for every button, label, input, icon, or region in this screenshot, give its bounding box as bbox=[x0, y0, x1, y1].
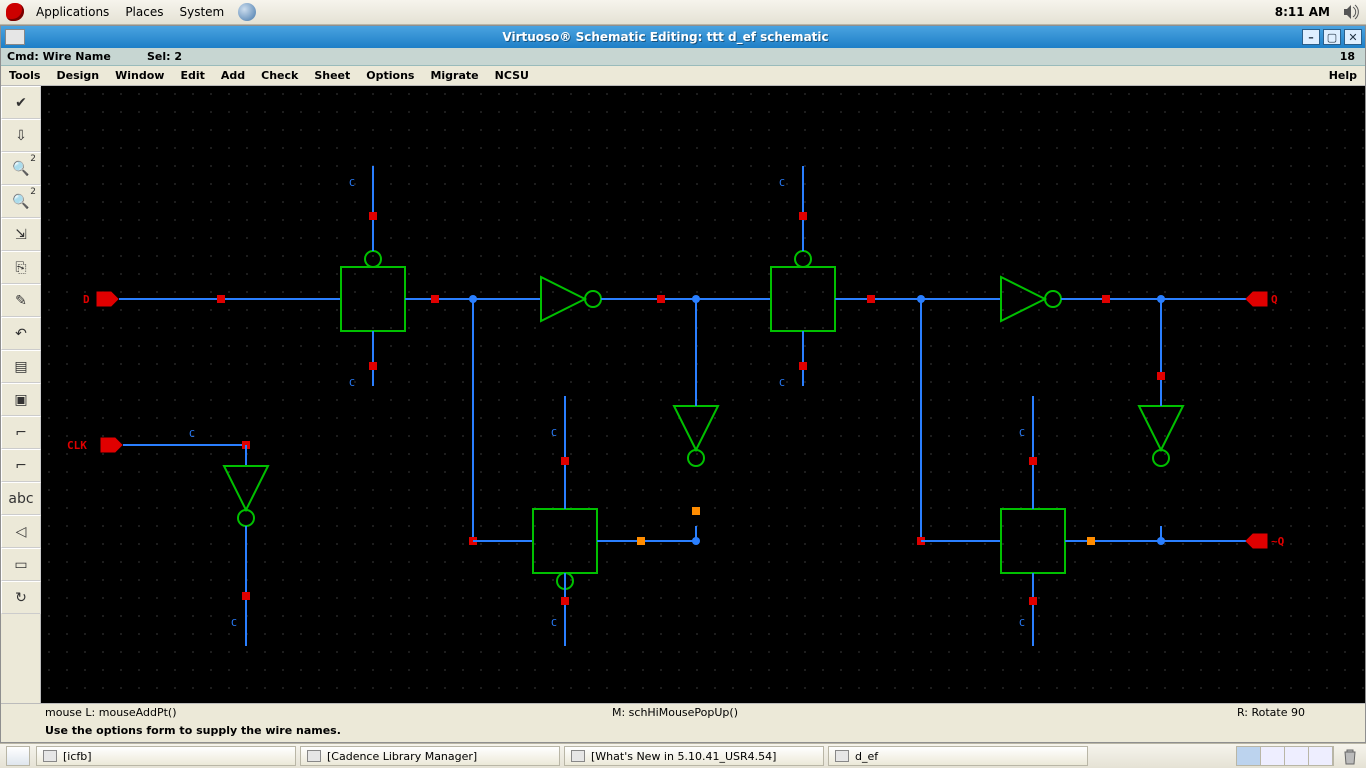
window-icon bbox=[43, 750, 57, 762]
delete-icon[interactable]: ✎ bbox=[1, 284, 41, 317]
gnome-menu-places[interactable]: Places bbox=[117, 0, 171, 24]
workspace-4[interactable] bbox=[1309, 747, 1333, 765]
property-icon[interactable]: ▤ bbox=[1, 350, 41, 383]
window-icon bbox=[835, 750, 849, 762]
zoom-out-icon[interactable]: 🔍2 bbox=[1, 185, 41, 218]
menu-ncsu[interactable]: NCSU bbox=[487, 69, 537, 82]
svg-text:C: C bbox=[349, 378, 355, 389]
menu-check[interactable]: Check bbox=[253, 69, 306, 82]
tool-palette: ✔⇩🔍2🔍2⇲⎘✎↶▤▣⌐⌐abc◁▭↻ bbox=[1, 86, 41, 703]
sel-value: 2 bbox=[174, 50, 182, 63]
distro-icon[interactable] bbox=[6, 3, 24, 21]
menu-window[interactable]: Window bbox=[107, 69, 172, 82]
titlebar[interactable]: Virtuoso® Schematic Editing: ttt d_ef sc… bbox=[1, 26, 1365, 48]
status-right-number: 18 bbox=[1340, 50, 1359, 63]
undo-icon[interactable]: ↶ bbox=[1, 317, 41, 350]
wire-wide-icon[interactable]: ⌐ bbox=[1, 449, 41, 482]
close-button[interactable]: ✕ bbox=[1344, 29, 1362, 45]
gnome-menu-system[interactable]: System bbox=[171, 0, 232, 24]
workspace-3[interactable] bbox=[1285, 747, 1309, 765]
stretch-icon[interactable]: ⇲ bbox=[1, 218, 41, 251]
app-icon bbox=[5, 29, 25, 45]
task-label: [What's New in 5.10.41_USR4.54] bbox=[591, 750, 776, 763]
task-label: [icfb] bbox=[63, 750, 92, 763]
gnome-bottom-panel: [icfb] [Cadence Library Manager] [What's… bbox=[0, 743, 1366, 768]
menu-design[interactable]: Design bbox=[48, 69, 107, 82]
maximize-button[interactable]: ▢ bbox=[1323, 29, 1341, 45]
gnome-top-panel: Applications Places System 8:11 AM bbox=[0, 0, 1366, 25]
minimize-button[interactable]: – bbox=[1302, 29, 1320, 45]
wire-narrow-icon[interactable]: ⌐ bbox=[1, 416, 41, 449]
clock[interactable]: 8:11 AM bbox=[1269, 5, 1336, 19]
menu-tools[interactable]: Tools bbox=[1, 69, 48, 82]
svg-text:C: C bbox=[779, 378, 785, 389]
task-whatsnew[interactable]: [What's New in 5.10.41_USR4.54] bbox=[564, 746, 824, 766]
menu-help[interactable]: Help bbox=[1321, 69, 1365, 82]
check-icon[interactable]: ✔ bbox=[1, 86, 41, 119]
zoom-in-icon[interactable]: 🔍2 bbox=[1, 152, 41, 185]
show-desktop-button[interactable] bbox=[6, 746, 30, 766]
svg-text:C: C bbox=[551, 428, 557, 439]
cmd-value: Wire Name bbox=[43, 50, 111, 63]
gnome-menu-applications[interactable]: Applications bbox=[28, 0, 117, 24]
save-icon[interactable]: ⇩ bbox=[1, 119, 41, 152]
svg-text:C: C bbox=[1019, 618, 1025, 629]
hint-bar: Use the options form to supply the wire … bbox=[1, 721, 1365, 739]
svg-text:C: C bbox=[189, 429, 195, 440]
svg-text:~Q: ~Q bbox=[1271, 535, 1285, 548]
svg-text:C: C bbox=[349, 178, 355, 189]
mouse-bindings-bar: mouse L: mouseAddPt() M: schHiMousePopUp… bbox=[1, 703, 1365, 721]
svg-text:D: D bbox=[83, 293, 90, 306]
hint-text: Use the options form to supply the wire … bbox=[45, 724, 341, 737]
sheet-icon[interactable]: ▭ bbox=[1, 548, 41, 581]
volume-icon[interactable] bbox=[1342, 3, 1360, 21]
trash-icon[interactable] bbox=[1340, 746, 1360, 766]
window-icon bbox=[571, 750, 585, 762]
cmd-label: Cmd: bbox=[7, 50, 39, 63]
menu-sheet[interactable]: Sheet bbox=[306, 69, 358, 82]
menu-migrate[interactable]: Migrate bbox=[422, 69, 486, 82]
repeat-icon[interactable]: ↻ bbox=[1, 581, 41, 614]
window-icon bbox=[307, 750, 321, 762]
globe-icon[interactable] bbox=[238, 3, 256, 21]
menu-options[interactable]: Options bbox=[358, 69, 422, 82]
mouse-m: M: schHiMousePopUp() bbox=[465, 706, 885, 719]
status-row: Cmd: Wire Name Sel: 2 18 bbox=[1, 48, 1365, 66]
svg-text:C: C bbox=[1019, 428, 1025, 439]
svg-text:CLK: CLK bbox=[67, 439, 87, 452]
workspace-1[interactable] bbox=[1237, 747, 1261, 765]
mouse-l: mouse L: mouseAddPt() bbox=[45, 706, 465, 719]
instance-icon[interactable]: ▣ bbox=[1, 383, 41, 416]
task-label: [Cadence Library Manager] bbox=[327, 750, 477, 763]
schematic-canvas[interactable]: D CLK C C C C Q C C C C C C ~Q bbox=[41, 86, 1365, 703]
virtuoso-window: Virtuoso® Schematic Editing: ttt d_ef sc… bbox=[0, 25, 1366, 743]
copy-icon[interactable]: ⎘ bbox=[1, 251, 41, 284]
mouse-r: R: Rotate 90 bbox=[885, 706, 1365, 719]
workspace-pager[interactable] bbox=[1236, 746, 1334, 766]
wire-name-icon[interactable]: abc bbox=[1, 482, 41, 515]
svg-text:C: C bbox=[231, 618, 237, 629]
pin-icon[interactable]: ◁ bbox=[1, 515, 41, 548]
task-libmgr[interactable]: [Cadence Library Manager] bbox=[300, 746, 560, 766]
svg-text:C: C bbox=[551, 618, 557, 629]
svg-text:C: C bbox=[779, 178, 785, 189]
sel-label: Sel: bbox=[147, 50, 171, 63]
task-def[interactable]: d_ef bbox=[828, 746, 1088, 766]
task-icfb[interactable]: [icfb] bbox=[36, 746, 296, 766]
workspace-2[interactable] bbox=[1261, 747, 1285, 765]
menubar: Tools Design Window Edit Add Check Sheet… bbox=[1, 66, 1365, 86]
svg-text:Q: Q bbox=[1271, 293, 1278, 306]
window-title: Virtuoso® Schematic Editing: ttt d_ef sc… bbox=[29, 30, 1302, 44]
menu-add[interactable]: Add bbox=[213, 69, 253, 82]
menu-edit[interactable]: Edit bbox=[172, 69, 212, 82]
task-label: d_ef bbox=[855, 750, 878, 763]
schematic-svg[interactable]: D CLK C C C C Q C C C C C C ~Q bbox=[41, 86, 1365, 703]
